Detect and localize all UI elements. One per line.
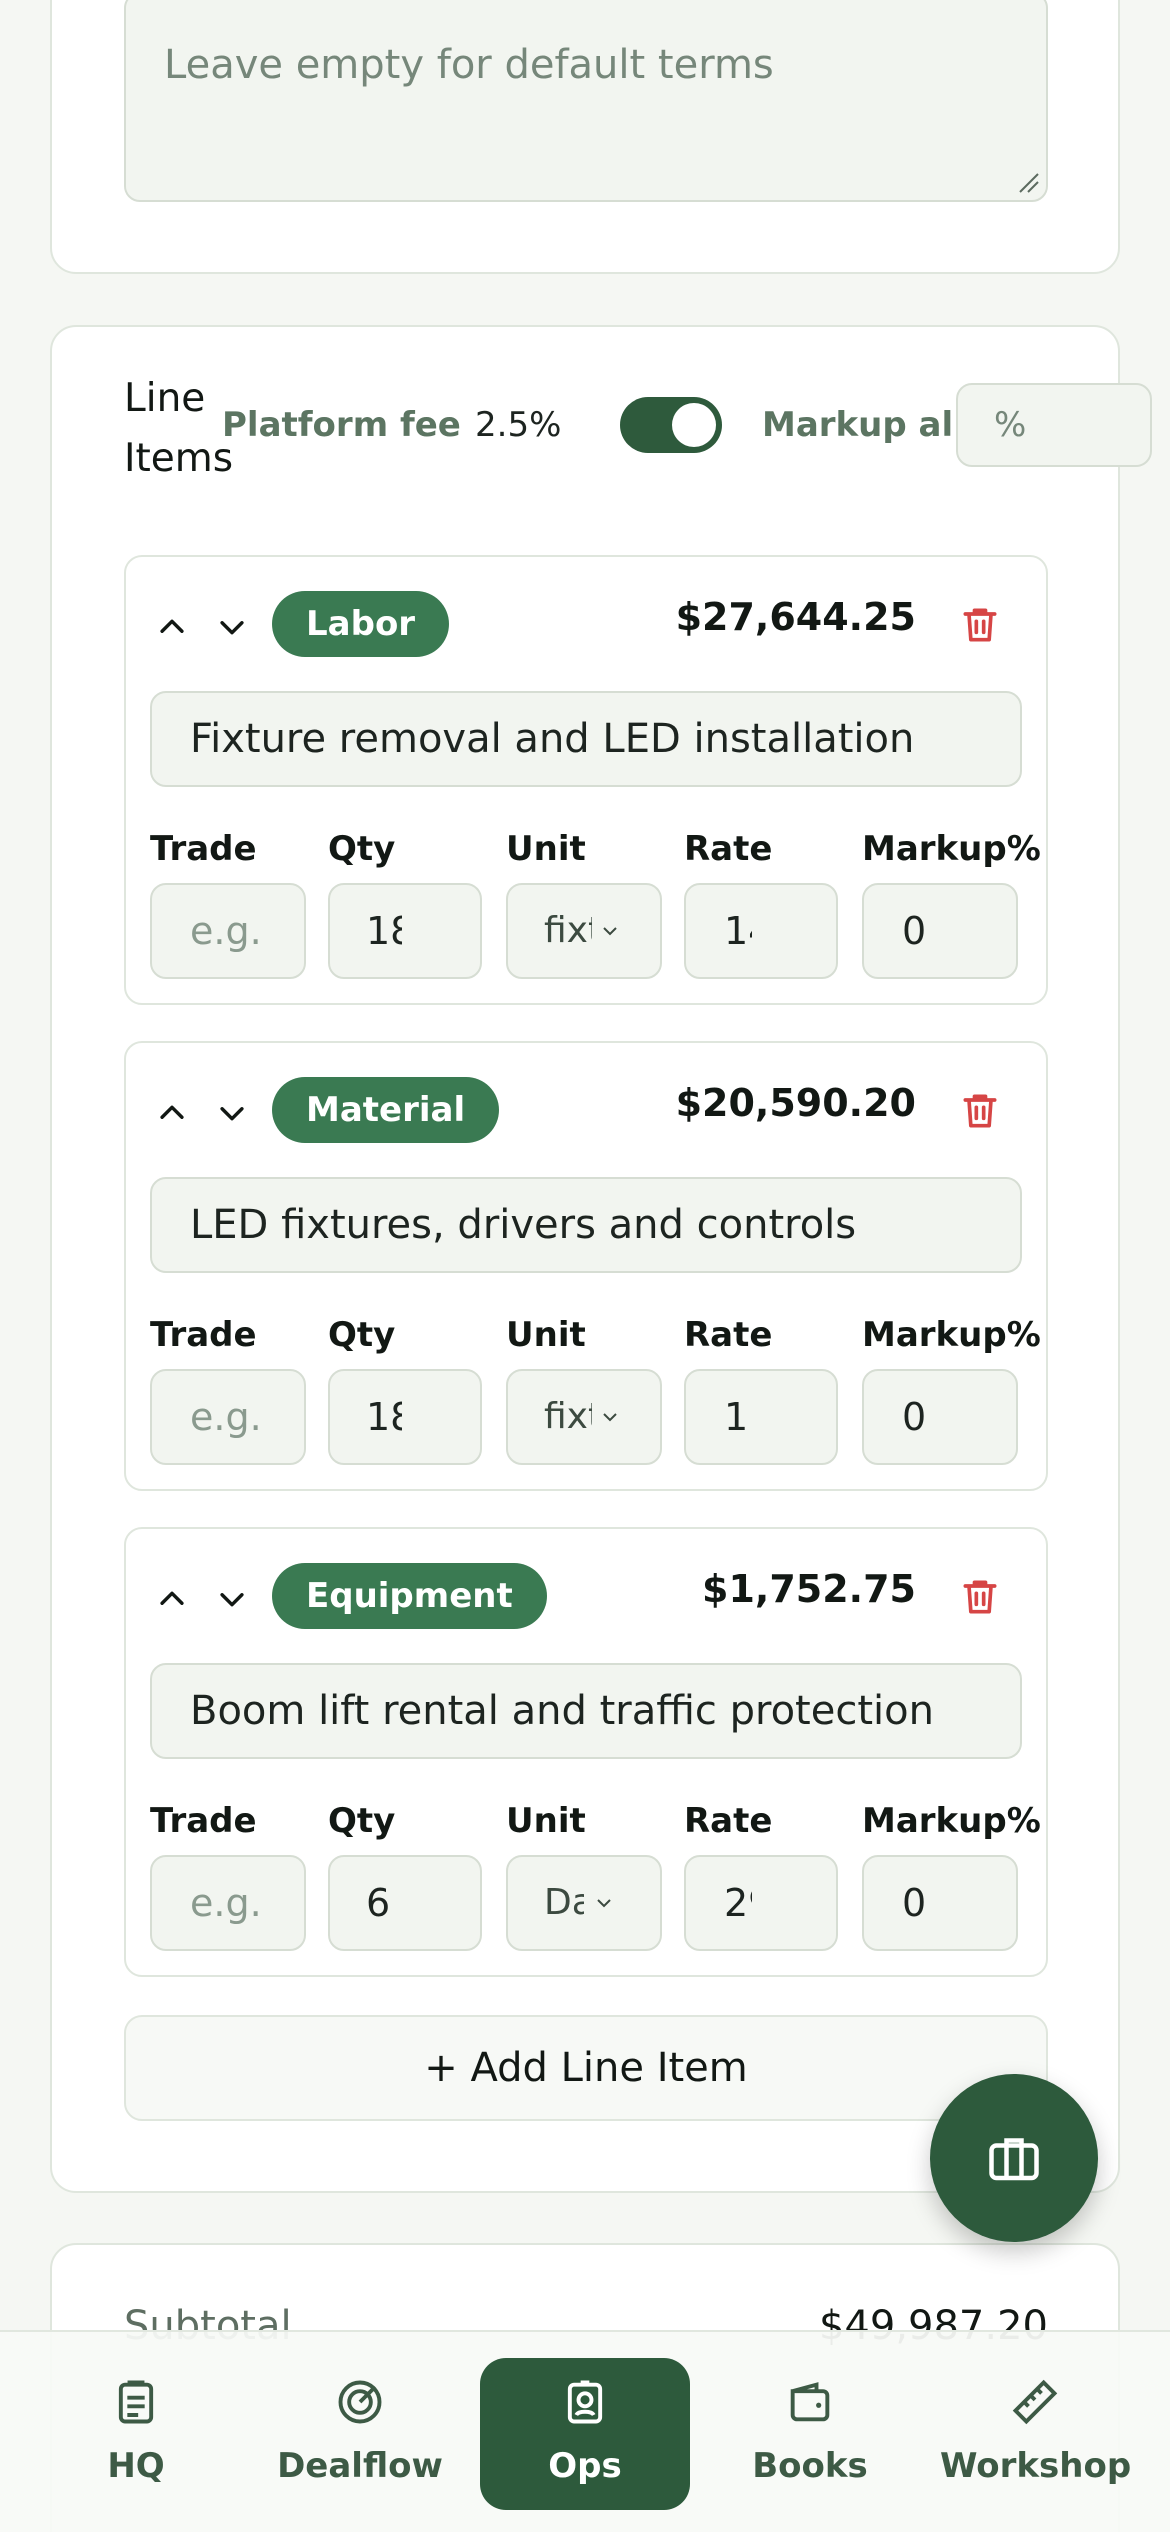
move-down-icon[interactable] <box>212 1093 252 1133</box>
platform-fee-label: Platform fee <box>222 405 461 445</box>
category-badge[interactable]: Equipment <box>272 1563 547 1629</box>
markup-input[interactable]: 0 <box>862 1369 1018 1465</box>
nav-item-workshop[interactable]: Workshop <box>940 2358 1132 2510</box>
rate-input[interactable]: 11 <box>684 1369 838 1465</box>
rate-label: Rate <box>684 829 773 869</box>
trade-label: Trade <box>150 1801 257 1841</box>
unit-value: fixtu <box>544 910 592 951</box>
line-item-card: Material $20,590.20 LED fixtures, driver… <box>124 1041 1048 1491</box>
terms-textarea[interactable]: Leave empty for default terms <box>124 0 1048 202</box>
nav-label: Dealflow <box>277 2446 443 2486</box>
add-line-item-button[interactable]: + Add Line Item <box>124 2015 1048 2121</box>
chevron-down-icon <box>603 927 617 936</box>
trash-icon[interactable] <box>958 1575 1002 1619</box>
terms-card: Leave empty for default terms <box>50 0 1120 274</box>
category-badge[interactable]: Material <box>272 1077 500 1143</box>
rate-input[interactable]: 29 <box>684 1855 838 1951</box>
toggle-knob <box>672 403 716 447</box>
qty-input[interactable]: 18 <box>328 883 482 979</box>
line-items-card: Line Items Platform fee 2.5% Markup all … <box>50 325 1152 2193</box>
unit-select[interactable]: Da <box>506 1855 662 1951</box>
markup-input[interactable]: 0 <box>862 883 1018 979</box>
line-item-card: Equipment $1,752.75 Boom lift rental and… <box>124 1527 1048 1977</box>
ruler-icon <box>1012 2379 1058 2425</box>
unit-label: Unit <box>506 1801 586 1841</box>
badge-icon <box>567 2380 603 2424</box>
nav-label: Workshop <box>940 2446 1132 2486</box>
rate-value: 11 <box>724 1395 752 1439</box>
description-input[interactable]: Fixture removal and LED installation <box>150 691 1022 787</box>
line-item-card: Labor $27,644.25 Fixture removal and LED… <box>124 555 1048 1005</box>
trash-icon[interactable] <box>958 1089 1002 1133</box>
markup-label: Markup% <box>862 1315 1041 1355</box>
move-down-icon[interactable] <box>212 607 252 647</box>
qty-input[interactable]: 18 <box>328 1369 482 1465</box>
target-icon <box>338 2380 382 2424</box>
unit-label: Unit <box>506 829 586 869</box>
chevron-down-icon <box>603 1413 617 1422</box>
resize-grip-icon[interactable] <box>1016 170 1040 194</box>
line-item-amount: $1,752.75 <box>702 1567 916 1611</box>
qty-value: 6 <box>366 1881 391 1925</box>
unit-value: fixtu <box>544 1396 592 1437</box>
rate-label: Rate <box>684 1315 773 1355</box>
markup-label: Markup% <box>862 829 1041 869</box>
markup-all-input[interactable]: % <box>956 383 1152 467</box>
platform-fee-value: 2.5% <box>475 405 562 445</box>
qty-value: 18 <box>366 909 402 953</box>
unit-select[interactable]: fixtu <box>506 883 662 979</box>
clipboard-icon <box>118 2380 154 2424</box>
rate-value: 14 <box>724 909 752 953</box>
description-input[interactable]: Boom lift rental and traffic protection <box>150 1663 1022 1759</box>
trash-icon[interactable] <box>958 603 1002 647</box>
rate-input[interactable]: 14 <box>684 883 838 979</box>
qty-label: Qty <box>328 1315 396 1355</box>
briefcase-icon <box>989 2138 1039 2181</box>
nav-item-books[interactable]: Books <box>730 2358 890 2510</box>
platform-fee-toggle[interactable] <box>620 397 722 453</box>
move-up-icon[interactable] <box>152 1093 192 1133</box>
trade-label: Trade <box>150 1315 257 1355</box>
qty-label: Qty <box>328 1801 396 1841</box>
trade-input[interactable]: e.g. <box>150 1369 306 1465</box>
terms-placeholder: Leave empty for default terms <box>164 42 774 88</box>
unit-select[interactable]: fixtu <box>506 1369 662 1465</box>
briefcase-fab-button[interactable] <box>930 2074 1098 2242</box>
move-up-icon[interactable] <box>152 607 192 647</box>
markup-label: Markup% <box>862 1801 1041 1841</box>
bottom-nav: HQ Dealflow Ops Books Workshop <box>0 2330 1170 2532</box>
nav-item-dealflow[interactable]: Dealflow <box>270 2358 450 2510</box>
nav-item-hq[interactable]: HQ <box>56 2358 216 2510</box>
nav-label: Ops <box>548 2446 622 2486</box>
chevron-down-icon <box>597 1899 611 1908</box>
qty-value: 18 <box>366 1395 402 1439</box>
wallet-icon <box>790 2382 830 2422</box>
nav-label: Books <box>752 2446 868 2486</box>
nav-label: HQ <box>107 2446 165 2486</box>
line-item-amount: $20,590.20 <box>675 1081 916 1125</box>
unit-label: Unit <box>506 1315 586 1355</box>
unit-value: Da <box>544 1882 584 1923</box>
line-items-title: Line Items <box>124 376 234 481</box>
trade-input[interactable]: e.g. <box>150 1855 306 1951</box>
move-up-icon[interactable] <box>152 1579 192 1619</box>
line-item-amount: $27,644.25 <box>675 595 916 639</box>
qty-input[interactable]: 6 <box>328 1855 482 1951</box>
trade-input[interactable]: e.g. <box>150 883 306 979</box>
nav-item-ops[interactable]: Ops <box>480 2358 690 2510</box>
trade-label: Trade <box>150 829 257 869</box>
markup-all-label: Markup all <box>762 405 965 445</box>
rate-label: Rate <box>684 1801 773 1841</box>
category-badge[interactable]: Labor <box>272 591 450 657</box>
rate-value: 29 <box>724 1881 752 1925</box>
qty-label: Qty <box>328 829 396 869</box>
markup-input[interactable]: 0 <box>862 1855 1018 1951</box>
description-input[interactable]: LED fixtures, drivers and controls <box>150 1177 1022 1273</box>
move-down-icon[interactable] <box>212 1579 252 1619</box>
